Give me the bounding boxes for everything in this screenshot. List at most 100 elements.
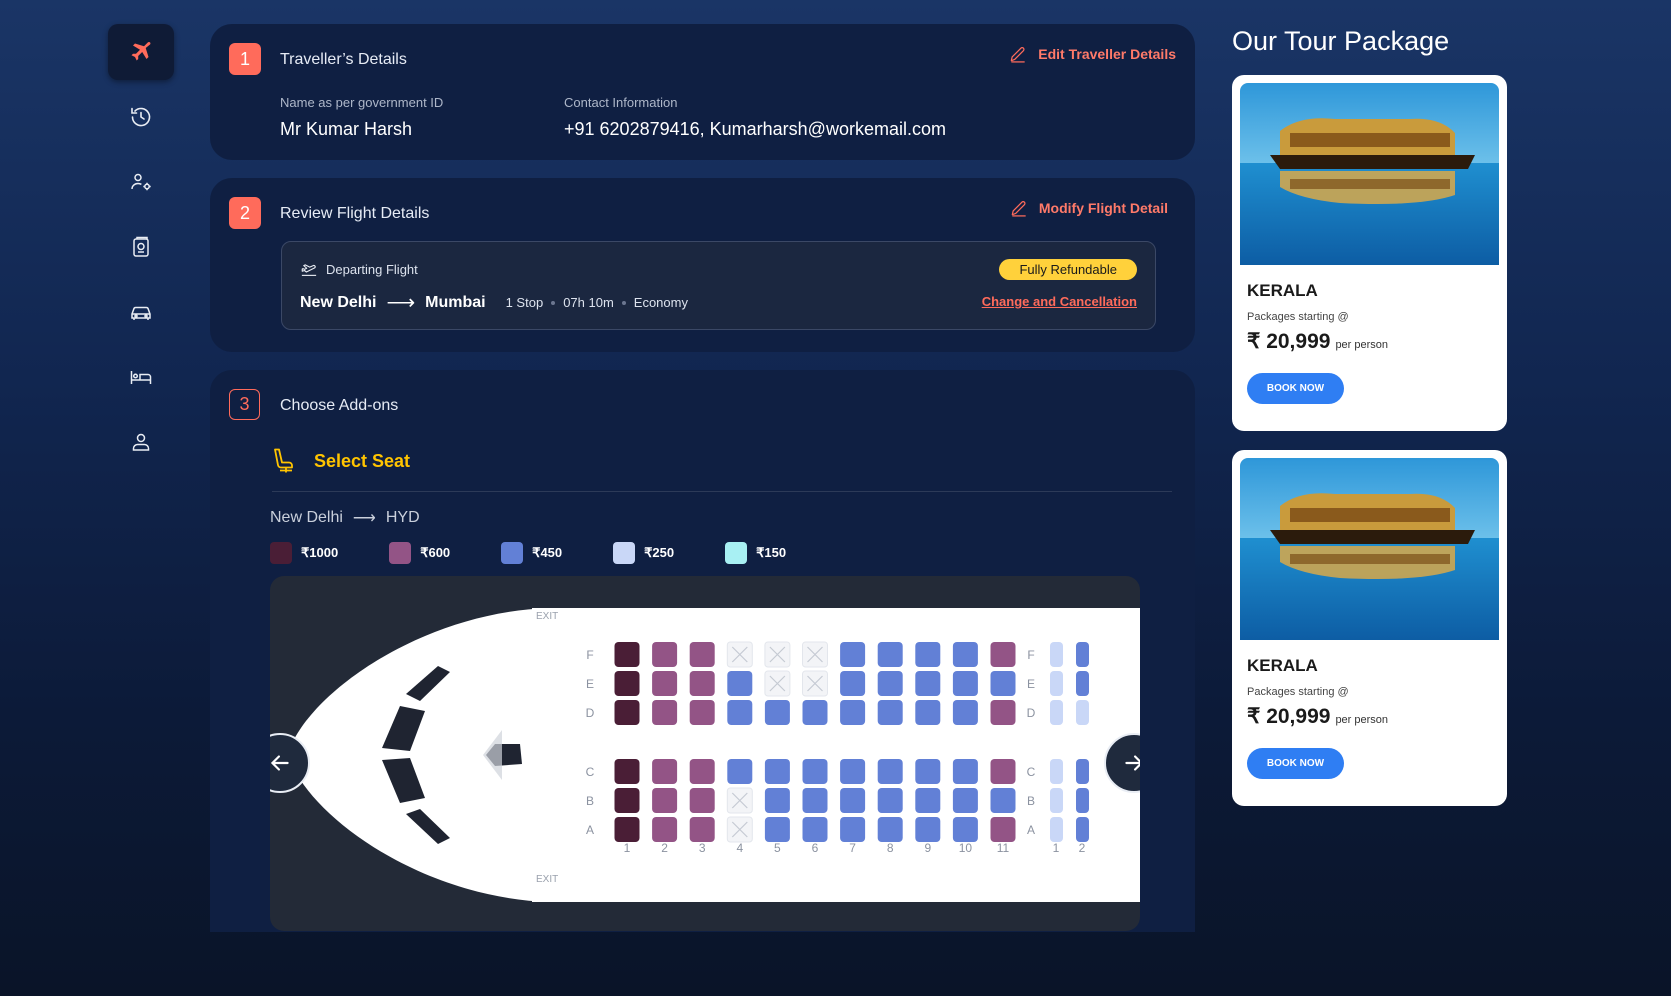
- seat-p250[interactable]: [1050, 788, 1063, 813]
- seat-p450[interactable]: [727, 759, 753, 784]
- history-icon: [131, 107, 151, 127]
- seat-p450[interactable]: [840, 671, 866, 696]
- seat-p450[interactable]: [840, 759, 866, 784]
- seat-p600[interactable]: [990, 642, 1016, 667]
- seat-p450[interactable]: [764, 817, 790, 842]
- tour-price: ₹ 20,999 per person: [1247, 329, 1388, 354]
- seat-p450[interactable]: [877, 759, 903, 784]
- seat-p600[interactable]: [652, 700, 678, 725]
- seat-p600[interactable]: [689, 788, 715, 813]
- seat-p600[interactable]: [652, 788, 678, 813]
- seat-p600[interactable]: [689, 642, 715, 667]
- seat-p450[interactable]: [764, 700, 790, 725]
- seat-p1000[interactable]: [614, 817, 640, 842]
- seat-p450[interactable]: [840, 817, 866, 842]
- seat-p450[interactable]: [915, 671, 941, 696]
- contact-value: +91 6202879416, Kumarharsh@workemail.com: [564, 119, 946, 139]
- nav-user-settings[interactable]: [108, 154, 174, 210]
- seat-icon: [274, 448, 293, 473]
- seat-p450[interactable]: [952, 788, 978, 813]
- seat-p250[interactable]: [1050, 700, 1063, 725]
- seat-p450[interactable]: [840, 788, 866, 813]
- change-cancellation-link[interactable]: Change and Cancellation: [982, 294, 1137, 309]
- seat-p250[interactable]: [1050, 759, 1063, 784]
- arrow-right-icon: [1125, 755, 1140, 771]
- seat-p600[interactable]: [689, 700, 715, 725]
- seat-p600[interactable]: [652, 817, 678, 842]
- seat-p600[interactable]: [990, 759, 1016, 784]
- seat-p450[interactable]: [802, 759, 828, 784]
- seat-p450[interactable]: [877, 788, 903, 813]
- seat-p450[interactable]: [915, 759, 941, 784]
- sector-destination: HYD: [385, 509, 420, 526]
- seat-p450[interactable]: [952, 642, 978, 667]
- seat-p450[interactable]: [727, 700, 753, 725]
- seat-p450[interactable]: [1076, 817, 1089, 842]
- seat-unavailable: [802, 670, 828, 697]
- seat-p450[interactable]: [877, 671, 903, 696]
- tour-price-amount: ₹ 20,999: [1247, 330, 1331, 353]
- seat-p450[interactable]: [764, 759, 790, 784]
- seat-p450[interactable]: [990, 671, 1016, 696]
- seat-p1000[interactable]: [614, 788, 640, 813]
- seat-p1000[interactable]: [614, 671, 640, 696]
- nav-cars[interactable]: [108, 284, 174, 340]
- seat-p600[interactable]: [689, 817, 715, 842]
- tour-price: ₹ 20,999 per person: [1247, 704, 1388, 729]
- seat-p450[interactable]: [802, 700, 828, 725]
- row-letter: A: [1027, 823, 1035, 837]
- seat-p450[interactable]: [952, 700, 978, 725]
- seat-p450[interactable]: [877, 817, 903, 842]
- seat-p600[interactable]: [990, 817, 1016, 842]
- seat-p1000[interactable]: [614, 642, 640, 667]
- seat-p450[interactable]: [1076, 642, 1089, 667]
- seat-p250[interactable]: [1076, 700, 1089, 725]
- seat-p450[interactable]: [915, 700, 941, 725]
- seat-p600[interactable]: [652, 671, 678, 696]
- seat-p450[interactable]: [877, 642, 903, 667]
- car-icon: [131, 306, 151, 320]
- seat-p600[interactable]: [689, 759, 715, 784]
- seat-p600[interactable]: [652, 642, 678, 667]
- seat-p1000[interactable]: [614, 759, 640, 784]
- tour-name: KERALA: [1247, 281, 1318, 300]
- tour-image: [1240, 83, 1499, 265]
- column-number: 5: [774, 841, 781, 855]
- seat-p450[interactable]: [1076, 759, 1089, 784]
- modify-flight-button[interactable]: Modify Flight Detail: [1009, 198, 1168, 218]
- seat-p450[interactable]: [990, 788, 1016, 813]
- seat-p250[interactable]: [1050, 817, 1063, 842]
- book-now-button[interactable]: BOOK NOW: [1247, 373, 1344, 404]
- seat-p450[interactable]: [840, 700, 866, 725]
- seat-p450[interactable]: [1076, 788, 1089, 813]
- nav-history[interactable]: [108, 89, 174, 145]
- seat-p450[interactable]: [727, 671, 753, 696]
- seat-p450[interactable]: [1076, 671, 1089, 696]
- seat-p450[interactable]: [952, 759, 978, 784]
- seat-p450[interactable]: [915, 788, 941, 813]
- seat-p250[interactable]: [1050, 642, 1063, 667]
- nav-profile[interactable]: [108, 414, 174, 470]
- seat-p450[interactable]: [952, 671, 978, 696]
- seat-p450[interactable]: [915, 642, 941, 667]
- seat-p450[interactable]: [840, 642, 866, 667]
- nav-passport[interactable]: [108, 219, 174, 275]
- name-label: Name as per government ID: [280, 95, 444, 110]
- contact-label: Contact Information: [564, 95, 678, 110]
- seat-p250[interactable]: [1050, 671, 1063, 696]
- seat-p450[interactable]: [915, 817, 941, 842]
- edit-traveller-button[interactable]: Edit Traveller Details: [1008, 44, 1176, 64]
- seat-p450[interactable]: [802, 817, 828, 842]
- seat-p450[interactable]: [952, 817, 978, 842]
- book-now-button[interactable]: BOOK NOW: [1247, 748, 1344, 779]
- seat-p600[interactable]: [652, 759, 678, 784]
- nav-flights[interactable]: [108, 24, 174, 80]
- seat-p450[interactable]: [877, 700, 903, 725]
- nav-hotels[interactable]: [108, 349, 174, 405]
- seat-p1000[interactable]: [614, 700, 640, 725]
- seat-p600[interactable]: [689, 671, 715, 696]
- column-number: 2: [661, 841, 668, 855]
- seat-p450[interactable]: [802, 788, 828, 813]
- seat-p600[interactable]: [990, 700, 1016, 725]
- seat-p450[interactable]: [764, 788, 790, 813]
